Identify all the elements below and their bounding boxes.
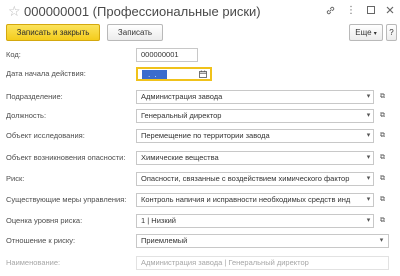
help-button[interactable]: ? bbox=[386, 24, 397, 41]
name-label: Наименование: bbox=[6, 258, 61, 267]
risk-field[interactable]: Опасности, связанные с воздействием хими… bbox=[136, 172, 374, 186]
command-bar: Записать и закрыть Записать Еще ▾ ? bbox=[0, 24, 400, 44]
save-and-close-button[interactable]: Записать и закрыть bbox=[6, 24, 100, 41]
measures-label: Существующие меры управления: bbox=[6, 195, 127, 204]
name-field: Администрация завода | Генеральный дирек… bbox=[136, 256, 389, 270]
name-value: Администрация завода | Генеральный дирек… bbox=[141, 258, 309, 267]
window-title: 000000001 (Профессиональные риски) bbox=[24, 4, 261, 19]
hazard-object-label: Объект возникновения опасности: bbox=[6, 153, 126, 162]
risk-level-label: Оценка уровня риска: bbox=[6, 216, 83, 225]
chevron-down-icon[interactable]: ▾ bbox=[363, 129, 374, 143]
open-link-icon[interactable]: ⧉ bbox=[377, 214, 388, 228]
position-label: Должность: bbox=[6, 111, 47, 120]
department-label: Подразделение: bbox=[6, 92, 63, 101]
department-value: Администрация завода bbox=[141, 92, 223, 101]
chevron-down-icon[interactable]: ▾ bbox=[363, 109, 374, 123]
study-object-row: Объект исследования: Перемещение по терр… bbox=[0, 129, 400, 143]
chevron-down-icon[interactable]: ▾ bbox=[363, 193, 374, 207]
form-window: ☆ 000000001 (Профессиональные риски) ⋮ З… bbox=[0, 0, 400, 276]
department-field[interactable]: Администрация завода bbox=[136, 90, 374, 104]
code-label: Код: bbox=[6, 50, 21, 59]
title-bar: ☆ 000000001 (Профессиональные риски) ⋮ bbox=[0, 0, 400, 24]
more-button-label: Еще bbox=[355, 28, 372, 37]
study-object-field[interactable]: Перемещение по территории завода bbox=[136, 129, 374, 143]
hazard-object-row: Объект возникновения опасности: Химическ… bbox=[0, 151, 400, 165]
save-button[interactable]: Записать bbox=[107, 24, 163, 41]
study-object-label: Объект исследования: bbox=[6, 131, 85, 140]
more-vertical-icon[interactable]: ⋮ bbox=[345, 5, 357, 17]
code-field[interactable]: 000000001 bbox=[136, 48, 198, 62]
start-date-row: Дата начала действия: . . bbox=[0, 67, 400, 81]
chevron-down-icon[interactable]: ▾ bbox=[363, 172, 374, 186]
risk-level-row: Оценка уровня риска: 1 | Низкий ▾ ⧉ bbox=[0, 214, 400, 228]
open-link-icon[interactable]: ⧉ bbox=[377, 109, 388, 123]
chevron-down-icon: ▾ bbox=[373, 31, 377, 37]
attitude-value: Приемлемый bbox=[141, 236, 188, 245]
more-button[interactable]: Еще ▾ bbox=[349, 24, 383, 41]
measures-row: Существующие меры управления: Контроль н… bbox=[0, 193, 400, 207]
close-icon[interactable] bbox=[384, 5, 396, 17]
measures-field[interactable]: Контроль напичия и исправности необходим… bbox=[136, 193, 374, 207]
code-value: 000000001 bbox=[141, 50, 179, 59]
measures-value: Контроль напичия и исправности необходим… bbox=[141, 195, 351, 204]
open-link-icon[interactable]: ⧉ bbox=[377, 151, 388, 165]
open-link-icon[interactable]: ⧉ bbox=[377, 90, 388, 104]
attitude-field[interactable]: Приемлемый bbox=[136, 234, 389, 248]
risk-row: Риск: Опасности, связанные с воздействие… bbox=[0, 172, 400, 186]
chevron-down-icon[interactable]: ▾ bbox=[363, 90, 374, 104]
open-link-icon[interactable]: ⧉ bbox=[377, 129, 388, 143]
position-field[interactable]: Генеральный директор bbox=[136, 109, 374, 123]
hazard-object-field[interactable]: Химические вещества bbox=[136, 151, 374, 165]
position-value: Генеральный директор bbox=[141, 111, 222, 120]
hazard-object-value: Химические вещества bbox=[141, 153, 219, 162]
open-link-icon[interactable]: ⧉ bbox=[377, 193, 388, 207]
chevron-down-icon[interactable]: ▾ bbox=[376, 234, 387, 248]
department-row: Подразделение: Администрация завода ▾ ⧉ bbox=[0, 90, 400, 104]
start-date-selection: . . bbox=[142, 70, 167, 79]
risk-label: Риск: bbox=[6, 174, 25, 183]
position-row: Должность: Генеральный директор ▾ ⧉ bbox=[0, 109, 400, 123]
chevron-down-icon[interactable]: ▾ bbox=[363, 214, 374, 228]
favorite-star-icon[interactable]: ☆ bbox=[8, 3, 21, 19]
open-link-icon[interactable]: ⧉ bbox=[377, 172, 388, 186]
risk-level-value: 1 | Низкий bbox=[141, 216, 176, 225]
risk-value: Опасности, связанные с воздействием хими… bbox=[141, 174, 350, 183]
maximize-icon[interactable] bbox=[365, 5, 377, 17]
risk-level-field[interactable]: 1 | Низкий bbox=[136, 214, 374, 228]
study-object-value: Перемещение по территории завода bbox=[141, 131, 270, 140]
link-icon[interactable] bbox=[324, 5, 336, 17]
chevron-down-icon[interactable]: ▾ bbox=[363, 151, 374, 165]
start-date-field[interactable]: . . bbox=[136, 67, 212, 81]
start-date-label: Дата начала действия: bbox=[6, 69, 86, 78]
attitude-row: Отношение к риску: Приемлемый ▾ bbox=[0, 234, 400, 248]
calendar-icon[interactable] bbox=[199, 70, 207, 79]
code-row: Код: 000000001 bbox=[0, 48, 400, 62]
name-row: Наименование: Администрация завода | Ген… bbox=[0, 256, 400, 270]
attitude-label: Отношение к риску: bbox=[6, 236, 76, 245]
